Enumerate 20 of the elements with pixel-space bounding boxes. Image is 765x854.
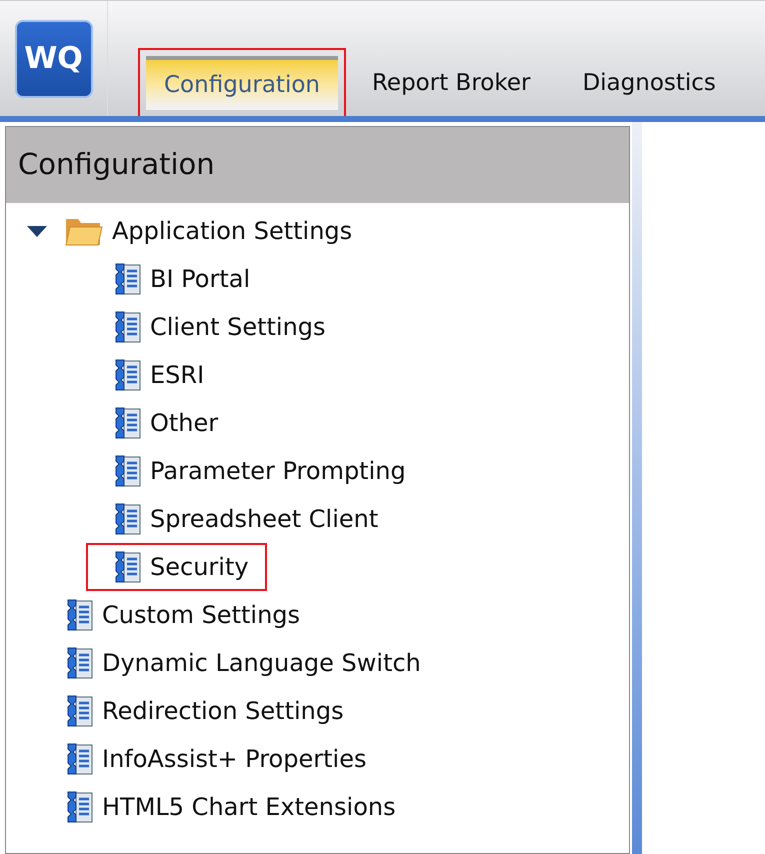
app-logo: WQ — [14, 20, 92, 98]
panel-title: Configuration — [18, 146, 215, 184]
tree-item[interactable]: Parameter Prompting — [150, 453, 406, 489]
tree-item[interactable]: ESRI — [150, 357, 204, 393]
tree-item[interactable]: Dynamic Language Switch — [102, 645, 421, 681]
tree-item[interactable]: Custom Settings — [102, 597, 300, 633]
tab[interactable]: Diagnostics — [564, 56, 734, 110]
tree-item[interactable]: Application Settings — [112, 213, 352, 249]
tree-item[interactable]: InfoAssist+ Properties — [102, 741, 366, 777]
tab[interactable]: Report Broker — [354, 56, 548, 110]
tree-item[interactable]: Other — [150, 405, 218, 441]
tree-item[interactable]: Spreadsheet Client — [150, 501, 378, 537]
expanded-arrow-icon[interactable] — [26, 224, 48, 238]
tab[interactable]: Configuration — [146, 56, 338, 110]
tree-item[interactable]: Redirection Settings — [102, 693, 344, 729]
tree-item[interactable]: BI Portal — [150, 261, 250, 297]
tree-item[interactable]: HTML5 Chart Extensions — [102, 789, 396, 825]
tree-item[interactable]: Security — [150, 549, 249, 585]
tree-item[interactable]: Client Settings — [150, 309, 326, 345]
splitter[interactable] — [632, 122, 642, 854]
